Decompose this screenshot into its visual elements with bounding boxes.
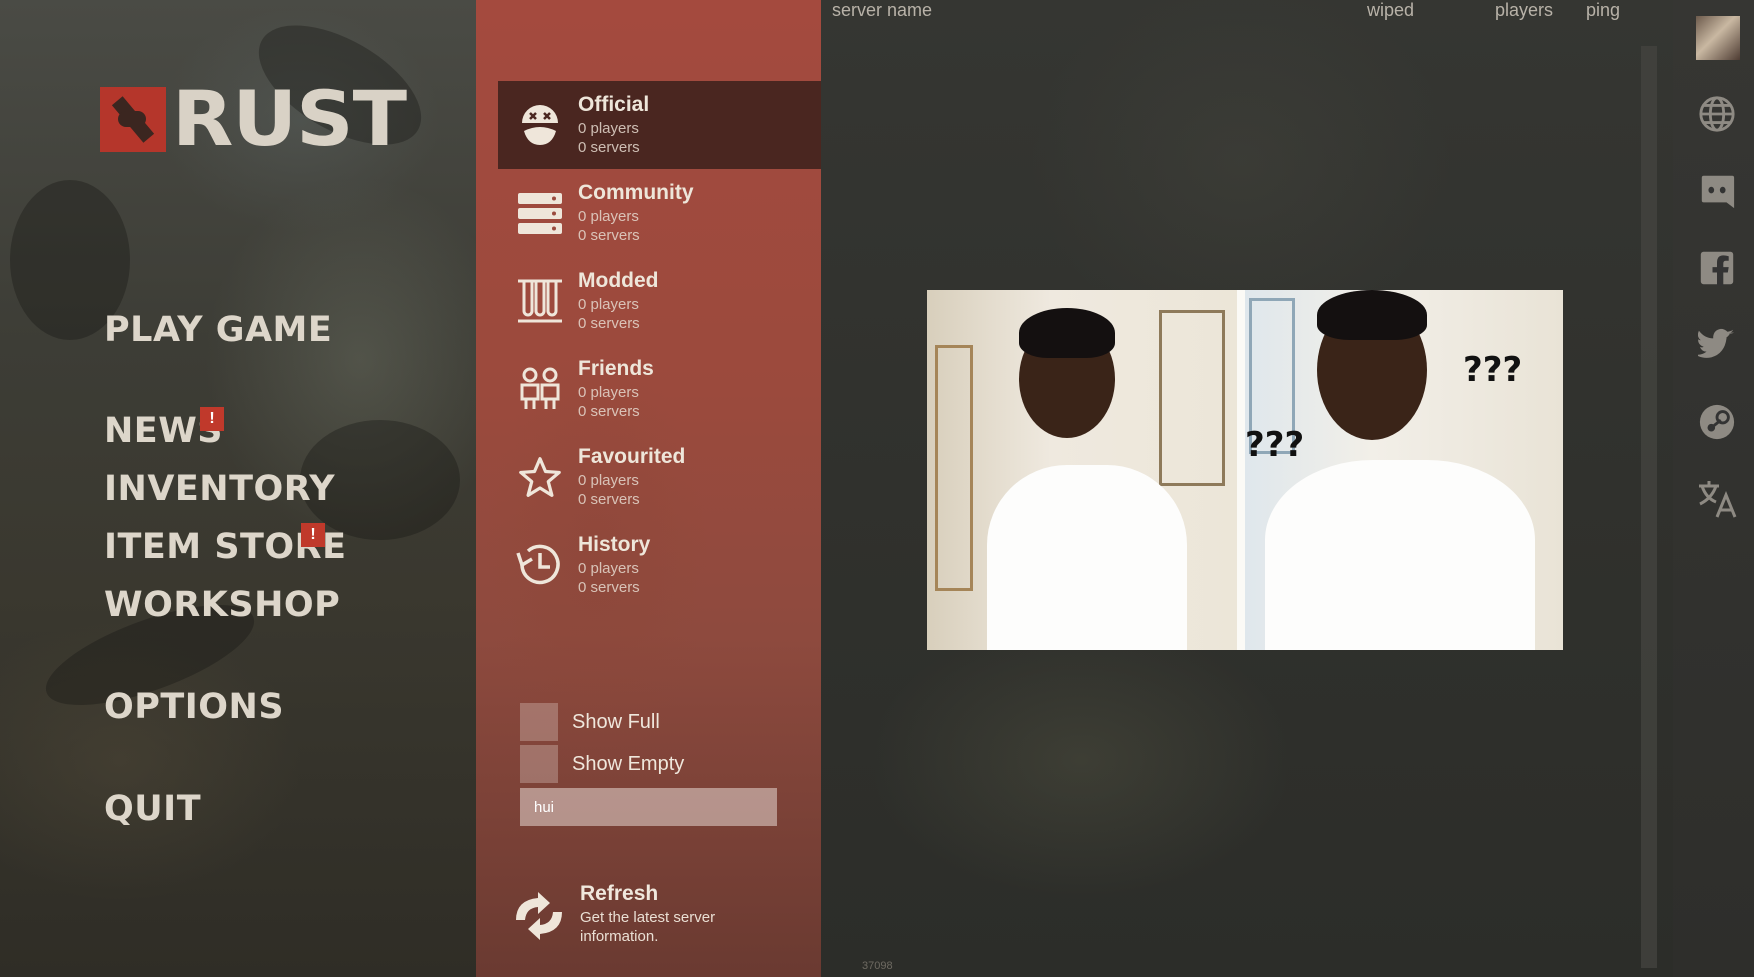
show-empty-checkbox[interactable]: Show Empty bbox=[520, 745, 684, 783]
refresh-icon bbox=[510, 890, 568, 942]
quit-button[interactable]: QUIT bbox=[104, 789, 201, 829]
category-servers: 0 servers bbox=[578, 491, 640, 508]
server-list-scrollbar[interactable] bbox=[1641, 46, 1657, 968]
player-avatar[interactable] bbox=[1696, 16, 1740, 60]
category-servers: 0 servers bbox=[578, 403, 640, 420]
category-title: History bbox=[578, 533, 651, 556]
meme-divider bbox=[1237, 290, 1245, 650]
server-rack-icon bbox=[514, 187, 566, 239]
category-title: Official bbox=[578, 93, 650, 116]
category-servers: 0 servers bbox=[578, 579, 640, 596]
category-servers: 0 servers bbox=[578, 139, 640, 156]
category-players: 0 players bbox=[578, 296, 639, 313]
category-players: 0 players bbox=[578, 560, 639, 577]
person-hair bbox=[1019, 308, 1115, 358]
meme-left-panel bbox=[927, 290, 1237, 650]
question-marks-text: ??? bbox=[1463, 350, 1523, 390]
item-store-notification-badge: ! bbox=[301, 523, 325, 547]
category-players: 0 players bbox=[578, 384, 639, 401]
news-notification-badge: ! bbox=[200, 407, 224, 431]
refresh-title: Refresh bbox=[580, 882, 659, 905]
version-number: 37098 bbox=[862, 960, 893, 972]
globe-icon[interactable] bbox=[1697, 94, 1737, 134]
server-category-panel: Official 0 players 0 servers Community 0… bbox=[476, 0, 821, 977]
person-shirt bbox=[987, 465, 1187, 650]
column-header-players[interactable]: players bbox=[1495, 0, 1553, 21]
confused-meme-image: ??? ??? bbox=[927, 290, 1563, 650]
checkbox-box[interactable] bbox=[520, 703, 558, 741]
test-tubes-icon bbox=[514, 275, 566, 327]
friends-icon bbox=[514, 363, 566, 415]
category-servers: 0 servers bbox=[578, 227, 640, 244]
column-header-wiped[interactable]: wiped bbox=[1367, 0, 1414, 21]
refresh-description: Get the latest server information. bbox=[580, 909, 716, 945]
show-empty-label: Show Empty bbox=[572, 752, 685, 775]
picture-frame bbox=[935, 345, 973, 591]
category-title: Community bbox=[578, 181, 694, 204]
steam-icon[interactable] bbox=[1697, 402, 1737, 442]
category-favourited[interactable]: Favourited 0 players 0 servers bbox=[498, 433, 821, 521]
category-title: Favourited bbox=[578, 445, 686, 468]
category-friends[interactable]: Friends 0 players 0 servers bbox=[498, 345, 821, 433]
category-players: 0 players bbox=[578, 120, 639, 137]
options-button[interactable]: OPTIONS bbox=[104, 687, 284, 727]
facebook-icon[interactable] bbox=[1697, 248, 1737, 288]
category-title: Modded bbox=[578, 269, 659, 292]
category-players: 0 players bbox=[578, 208, 639, 225]
category-servers: 0 servers bbox=[578, 315, 640, 332]
rust-logo-text: RUST bbox=[172, 74, 407, 163]
star-icon bbox=[514, 451, 566, 503]
column-header-server-name[interactable]: server name bbox=[832, 0, 932, 21]
category-modded[interactable]: Modded 0 players 0 servers bbox=[498, 257, 821, 345]
show-full-label: Show Full bbox=[572, 710, 660, 733]
translate-icon[interactable] bbox=[1697, 479, 1737, 519]
rust-logo-mark-icon bbox=[100, 86, 166, 152]
workshop-button[interactable]: WORKSHOP bbox=[104, 585, 340, 625]
person-hair bbox=[1317, 290, 1427, 340]
rust-logo: RUST bbox=[100, 81, 407, 157]
category-official[interactable]: Official 0 players 0 servers bbox=[498, 81, 821, 169]
refresh-button[interactable]: Refresh Get the latest server informatio… bbox=[502, 880, 802, 950]
twitter-icon[interactable] bbox=[1697, 325, 1737, 365]
checkbox-box[interactable] bbox=[520, 745, 558, 783]
category-title: Friends bbox=[578, 357, 654, 380]
question-marks-text: ??? bbox=[1245, 425, 1305, 465]
meme-right-panel: ??? ??? bbox=[1245, 290, 1563, 650]
discord-icon[interactable] bbox=[1697, 171, 1737, 211]
category-community[interactable]: Community 0 players 0 servers bbox=[498, 169, 821, 257]
picture-frame bbox=[1159, 310, 1225, 486]
show-full-checkbox[interactable]: Show Full bbox=[520, 703, 660, 741]
inventory-button[interactable]: INVENTORY bbox=[104, 469, 335, 509]
rust-face-icon bbox=[514, 99, 566, 151]
play-game-button[interactable]: PLAY GAME bbox=[104, 310, 332, 350]
column-header-ping[interactable]: ping bbox=[1586, 0, 1620, 21]
category-players: 0 players bbox=[578, 472, 639, 489]
person-shirt bbox=[1265, 460, 1535, 650]
history-clock-icon bbox=[514, 539, 566, 591]
server-search-input[interactable] bbox=[520, 788, 777, 826]
category-history[interactable]: History 0 players 0 servers bbox=[498, 521, 821, 609]
